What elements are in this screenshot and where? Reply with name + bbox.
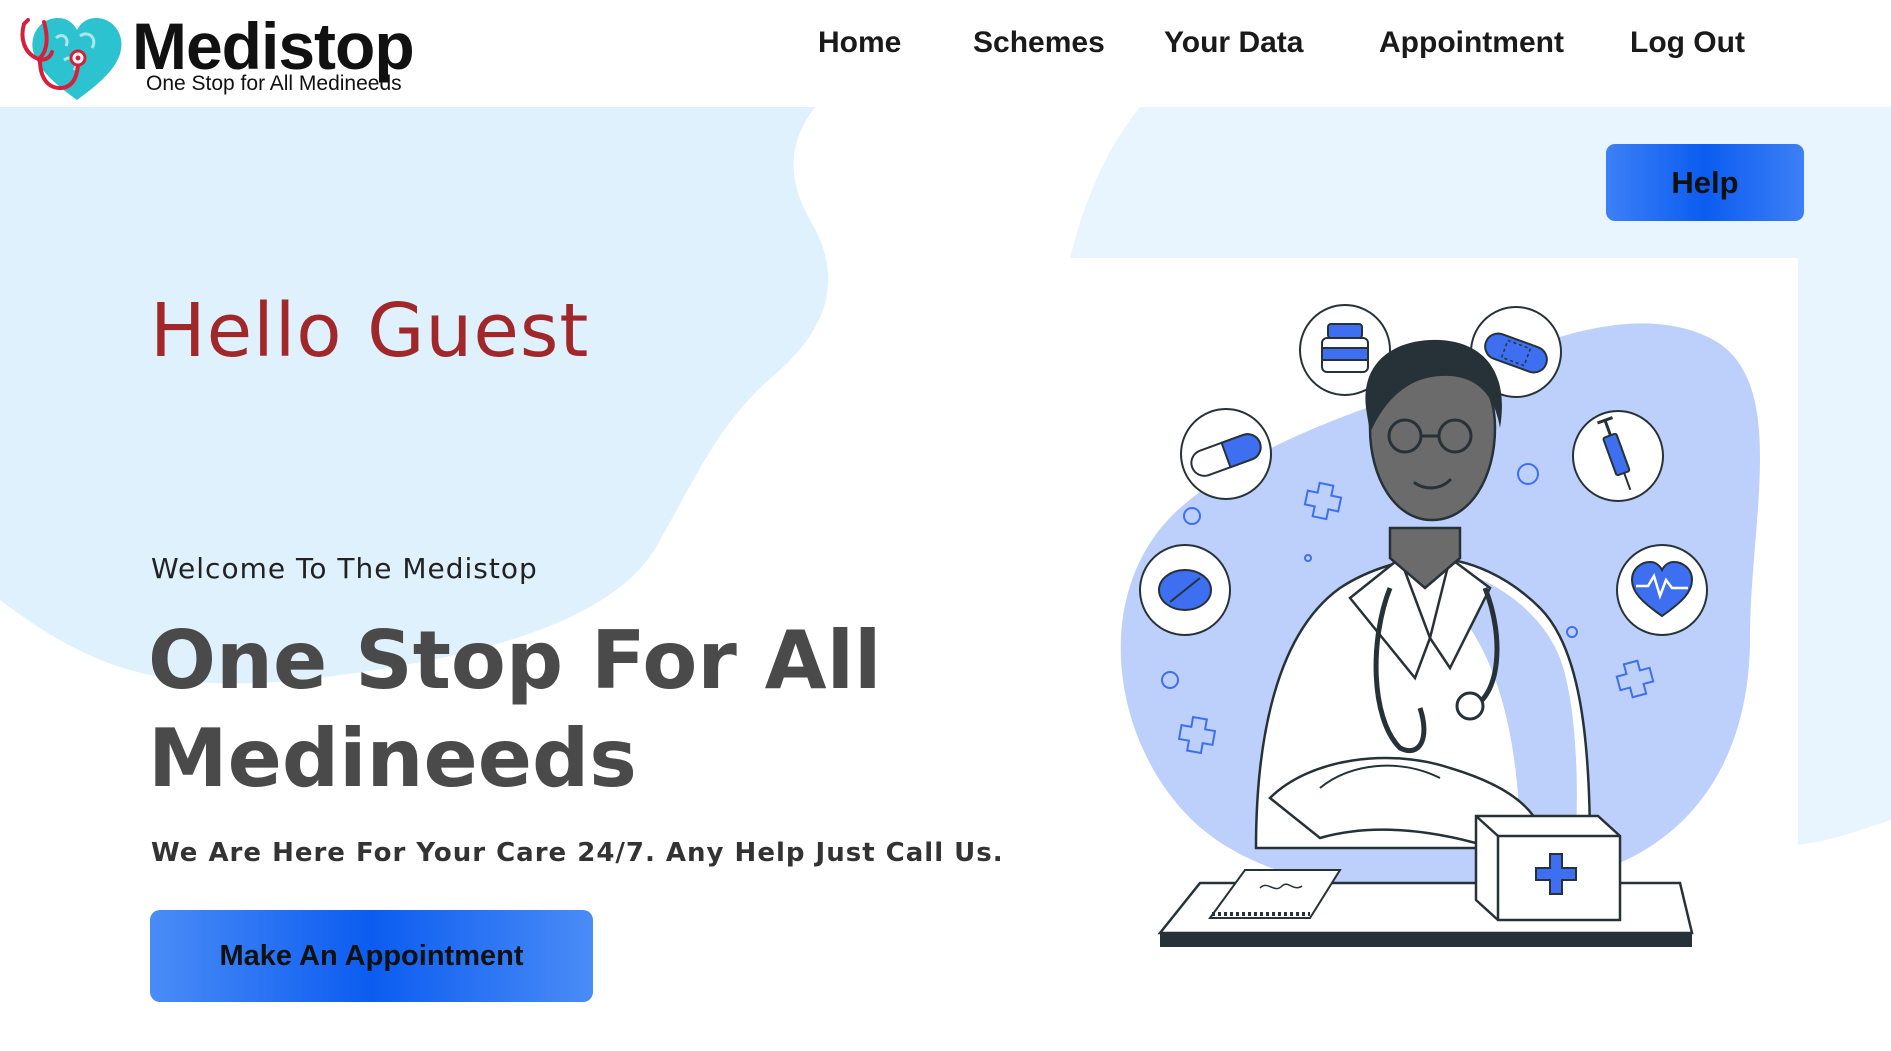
landing-page: Medistop One Stop for All Medineeds Home… (0, 0, 1891, 1051)
nav-log-out[interactable]: Log Out (1630, 26, 1745, 60)
navbar: Medistop One Stop for All Medineeds Home… (0, 0, 1891, 107)
nav-home[interactable]: Home (818, 26, 901, 60)
pill-icon (1139, 544, 1231, 636)
capsule-icon (1180, 408, 1272, 500)
hero-headline: One Stop For All Medineeds (148, 614, 882, 805)
nav-appointment[interactable]: Appointment (1379, 26, 1564, 60)
brand-tagline: One Stop for All Medineeds (146, 72, 402, 95)
brand-logo[interactable]: Medistop One Stop for All Medineeds (18, 8, 448, 104)
syringe-icon (1572, 410, 1664, 502)
doctor-illustration (1070, 258, 1798, 968)
welcome-text: Welcome To The Medistop (151, 552, 538, 585)
nav-schemes[interactable]: Schemes (973, 26, 1105, 60)
nav-your-data[interactable]: Your Data (1164, 26, 1303, 60)
first-aid-kit-icon (1474, 814, 1622, 922)
help-button[interactable]: Help (1606, 144, 1804, 221)
left-blob (0, 107, 829, 684)
doctor-illustration-svg (1120, 304, 1760, 947)
hero-subline: We Are Here For Your Care 24/7. Any Help… (151, 838, 1004, 868)
heart-pulse-icon (1616, 544, 1708, 636)
make-appointment-button[interactable]: Make An Appointment (150, 910, 593, 1002)
stethoscope-heart-icon (20, 18, 122, 100)
greeting-heading: Hello Guest (150, 288, 590, 374)
